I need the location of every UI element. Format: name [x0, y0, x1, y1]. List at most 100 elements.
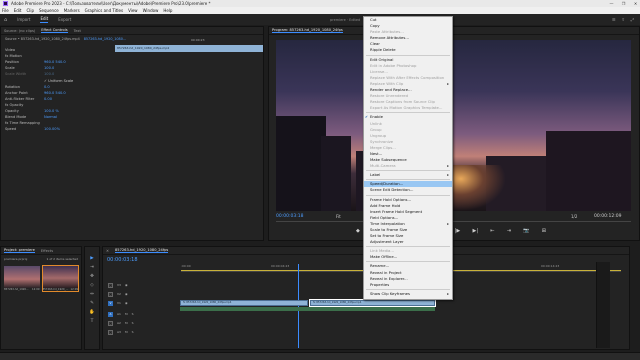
razor-tool-icon[interactable]: ◇ — [89, 282, 95, 288]
extract-button[interactable]: ⇥ — [507, 228, 511, 234]
close-button[interactable]: ✕ — [631, 1, 640, 6]
program-scrubber[interactable] — [276, 221, 631, 222]
track-name: V3 — [117, 283, 121, 287]
tab-sequence[interactable]: 857263-hd_1920_1080_24fps — [115, 248, 169, 253]
add-marker-button[interactable]: ◆ — [356, 228, 360, 234]
solo-icon[interactable]: S — [132, 312, 134, 316]
context-menu-item-label: Scale to Frame Size — [370, 227, 408, 232]
workspaces-icon[interactable]: ☰ — [612, 17, 616, 22]
project-thumbnail[interactable]: 857263-hd_1920_... 12:09 — [41, 265, 79, 292]
tab-export[interactable]: Export — [58, 17, 71, 22]
eye-icon[interactable]: ◉ — [125, 301, 128, 305]
lift-button[interactable]: ⇤ — [490, 228, 494, 234]
tab-program[interactable]: Program: 857263-hd_1920_1080_24fps — [272, 28, 343, 33]
audio-clip-a1[interactable] — [180, 307, 435, 311]
timeline-timecode[interactable]: 00:00:03:18 — [107, 257, 138, 263]
context-menu-item[interactable]: Show Clip Keyframes ▸ — [364, 291, 452, 297]
context-menu-item-label: Synchronize — [370, 138, 394, 144]
step-forward-button[interactable]: |▶ — [455, 228, 461, 234]
share-icon[interactable]: ⇪ — [621, 17, 624, 22]
timeline-clip[interactable]: fx 857263-hd_1920_1080_24fps.mp4 — [180, 300, 308, 306]
solo-icon[interactable]: S — [132, 330, 134, 334]
effect-property-value[interactable]: 100.0 — [44, 66, 54, 70]
tab-effect-controls[interactable]: Effect Controls — [41, 28, 68, 33]
tab-project[interactable]: Project: premiere — [4, 248, 35, 253]
compare-view-button[interactable]: ⊞ — [542, 228, 546, 234]
mute-icon[interactable]: M — [125, 321, 128, 325]
project-thumbnail[interactable]: 857263-hd_1920... 12:09 — [4, 266, 40, 291]
ruler-tick: 00:00:14:23 — [541, 264, 560, 268]
ripple-edit-tool-icon[interactable]: ✥ — [89, 273, 95, 279]
menu-edit[interactable]: Edit — [14, 8, 22, 13]
source-patch-v1[interactable]: V — [108, 300, 113, 306]
pen-tool-icon[interactable]: ✎ — [89, 300, 95, 306]
effect-property-label: Blend Mode — [5, 115, 27, 120]
effect-property-value[interactable]: 0.00 — [44, 97, 52, 101]
lock-icon[interactable]: ▢ — [108, 320, 113, 326]
maximize-button[interactable]: ❐ — [619, 1, 628, 6]
context-menu-item[interactable]: Adjustment Layer — [364, 239, 452, 245]
tab-text[interactable]: Text — [74, 29, 81, 33]
go-to-out-button[interactable]: ▶| — [473, 228, 479, 234]
source-patch-a1[interactable]: A — [108, 311, 113, 317]
track-select-tool-icon[interactable]: ⇥ — [89, 264, 95, 270]
tab-import[interactable]: Import — [17, 17, 30, 22]
fit-dropdown[interactable]: Fit — [336, 214, 341, 219]
menu-view[interactable]: View — [128, 8, 138, 13]
context-menu-item[interactable]: Label ▸ — [364, 172, 452, 178]
context-menu-item[interactable]: Properties — [364, 282, 452, 288]
export-frame-button[interactable]: 📷 — [523, 228, 529, 234]
menu-clip[interactable]: Clip — [26, 8, 34, 13]
hand-tool-icon[interactable]: ✋ — [89, 309, 95, 315]
lock-icon[interactable]: ▢ — [108, 291, 113, 297]
lock-icon[interactable]: ▢ — [108, 329, 113, 335]
tab-source[interactable]: Source: (no clips) — [4, 29, 35, 33]
effect-timeline-clip[interactable]: 857263-hd_1920_1080_24fps.mp4 — [115, 45, 263, 52]
effect-property-label: Rotation — [5, 84, 21, 89]
context-menu-item-label: Reveal in Project — [370, 269, 402, 275]
program-video-frame[interactable] — [276, 40, 631, 211]
fullscreen-icon[interactable]: ⤢ — [631, 17, 634, 22]
sequence-clip-label[interactable]: 857263-hd_1920_1080... — [84, 37, 126, 41]
project-name: premiere · Edited — [330, 17, 361, 22]
menu-window[interactable]: Window — [143, 8, 159, 13]
effect-property-value[interactable]: Normal — [44, 115, 57, 119]
resolution-dropdown[interactable]: 1/2 — [571, 214, 577, 219]
menu-help[interactable]: Help — [163, 8, 172, 13]
ruler-tick: 00:00:04:23 — [271, 264, 290, 268]
eye-icon[interactable]: ◉ — [125, 292, 128, 296]
close-icon[interactable]: ✕ — [106, 249, 109, 253]
mute-icon[interactable]: M — [125, 330, 128, 334]
playhead[interactable] — [298, 264, 299, 348]
context-menu-item[interactable]: Make Offline... — [364, 254, 452, 260]
effect-property-value[interactable]: 960.0 540.0 — [44, 60, 66, 64]
context-menu-item-label: Clear — [370, 41, 380, 47]
tab-edit[interactable]: Edit — [40, 16, 49, 23]
slip-tool-icon[interactable]: ⇔ — [89, 291, 95, 297]
program-timecode-current[interactable]: 00:00:03:18 — [276, 214, 303, 219]
context-menu-item[interactable]: Scene Edit Detection... — [364, 187, 452, 193]
home-icon[interactable]: ⌂ — [4, 17, 7, 23]
solo-icon[interactable]: S — [132, 321, 134, 325]
status-bar — [0, 352, 640, 360]
track-header-v2: ▢ V2 ◉ — [104, 290, 184, 298]
menu-sequence[interactable]: Sequence — [39, 8, 59, 13]
source-clip-label[interactable]: Source • 857263-hd_1920_1080_24fps.mp4 — [5, 37, 80, 41]
timeline-clip-selected[interactable]: fx 857263-hd_1920_1080_24fps.mp4 — [309, 299, 436, 307]
lock-icon[interactable]: ▢ — [108, 282, 113, 288]
effect-property-value[interactable]: 100.00% — [44, 127, 60, 131]
menu-file[interactable]: File — [2, 8, 9, 13]
effect-property-value[interactable]: 100.0 % — [44, 109, 59, 113]
effect-property-value[interactable]: 960.0 540.0 — [44, 91, 66, 95]
eye-icon[interactable]: ◉ — [125, 283, 128, 287]
effect-property-value[interactable]: 0.0 — [44, 85, 50, 89]
mute-icon[interactable]: M — [125, 312, 128, 316]
tab-effects[interactable]: Effects — [41, 249, 53, 253]
selection-tool-icon[interactable]: ▶ — [89, 255, 95, 261]
type-tool-icon[interactable]: T — [89, 318, 95, 324]
context-menu-item[interactable]: Ripple Delete — [364, 47, 452, 53]
effect-property-row[interactable]: Speed 100.00% — [1, 126, 263, 132]
minimize-button[interactable]: — — [607, 1, 616, 6]
menu-graphics[interactable]: Graphics and Titles — [85, 8, 123, 13]
menu-markers[interactable]: Markers — [64, 8, 80, 13]
